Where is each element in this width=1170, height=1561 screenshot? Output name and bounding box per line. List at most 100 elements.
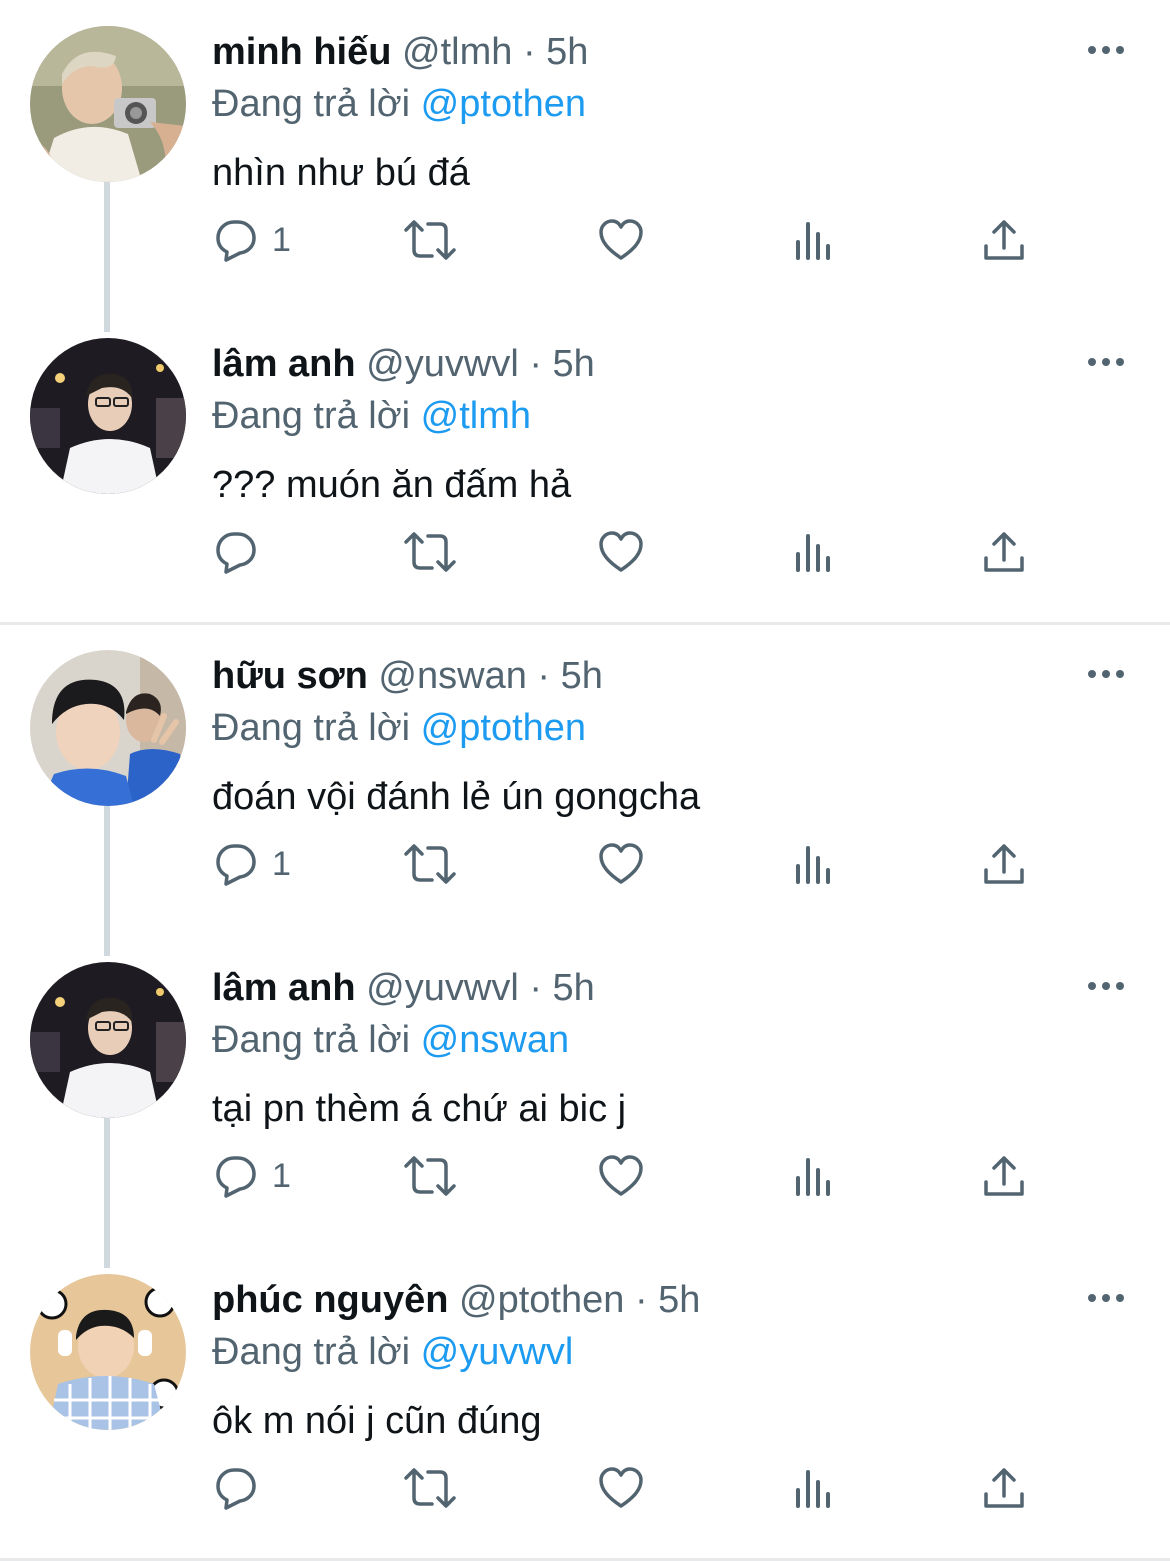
reply-context: Đang trả lời @ptothen xyxy=(212,704,586,752)
heart-icon xyxy=(597,840,645,888)
reply-context: Đang trả lời @ptothen xyxy=(212,80,586,128)
views-button[interactable] xyxy=(790,836,838,892)
like-button[interactable] xyxy=(597,524,645,580)
retweet-icon xyxy=(402,1152,458,1200)
retweet-button[interactable] xyxy=(402,212,458,268)
retweet-button[interactable] xyxy=(402,836,458,892)
reply-feed: minh hiếu @tlmh · 5h Đang trả lời @ptoth… xyxy=(0,0,1170,1561)
user-handle[interactable]: @nswan xyxy=(378,655,526,697)
views-button[interactable] xyxy=(790,212,838,268)
avatar[interactable] xyxy=(30,962,186,1118)
reply-button[interactable]: 1 xyxy=(212,836,291,892)
reply-context: Đang trả lời @tlmh xyxy=(212,392,531,440)
display-name[interactable]: lâm anh xyxy=(212,343,356,385)
like-button[interactable] xyxy=(597,1460,645,1516)
action-bar: 1 xyxy=(0,1148,1170,1204)
reply-icon xyxy=(212,1464,260,1512)
more-options-icon[interactable] xyxy=(1086,352,1126,372)
reply-prefix: Đang trả lời xyxy=(212,395,411,437)
reply-count: 1 xyxy=(272,220,291,259)
separator-dot: · xyxy=(537,655,551,697)
action-bar: 1 xyxy=(0,212,1170,268)
reply-count: 1 xyxy=(272,1156,291,1195)
retweet-icon xyxy=(402,1464,458,1512)
reply-mention-link[interactable]: @nswan xyxy=(421,1019,569,1061)
reply-button[interactable]: 1 xyxy=(212,1148,291,1204)
views-button[interactable] xyxy=(790,524,838,580)
avatar[interactable] xyxy=(30,650,186,806)
share-icon xyxy=(980,1152,1028,1200)
reply-prefix: Đang trả lời xyxy=(212,1331,411,1373)
timestamp[interactable]: 5h xyxy=(561,655,603,697)
tweet-text: tại pn thèm á chứ ai bic j xyxy=(212,1088,627,1130)
share-icon xyxy=(980,528,1028,576)
share-button[interactable] xyxy=(980,1148,1028,1204)
timestamp[interactable]: 5h xyxy=(553,343,595,385)
retweet-button[interactable] xyxy=(402,524,458,580)
reply-context: Đang trả lời @nswan xyxy=(212,1016,569,1064)
timestamp[interactable]: 5h xyxy=(546,31,588,73)
timestamp[interactable]: 5h xyxy=(553,967,595,1009)
reply-mention-link[interactable]: @tlmh xyxy=(421,395,531,437)
tweet[interactable]: minh hiếu @tlmh · 5h Đang trả lời @ptoth… xyxy=(0,0,1170,332)
more-options-icon[interactable] xyxy=(1086,976,1126,996)
views-chart-icon xyxy=(790,1152,838,1200)
user-handle[interactable]: @ptothen xyxy=(459,1279,624,1321)
tweet-header: minh hiếu @tlmh · 5h xyxy=(212,28,588,76)
heart-icon xyxy=(597,528,645,576)
views-chart-icon xyxy=(790,528,838,576)
separator-dot: · xyxy=(522,31,536,73)
retweet-button[interactable] xyxy=(402,1460,458,1516)
reply-button[interactable]: 1 xyxy=(212,212,291,268)
more-options-icon[interactable] xyxy=(1086,664,1126,684)
more-options-icon[interactable] xyxy=(1086,1288,1126,1308)
reply-context: Đang trả lời @yuvwvl xyxy=(212,1328,573,1376)
avatar[interactable] xyxy=(30,338,186,494)
like-button[interactable] xyxy=(597,836,645,892)
display-name[interactable]: phúc nguyên xyxy=(212,1279,448,1321)
share-button[interactable] xyxy=(980,1460,1028,1516)
action-bar: 1 xyxy=(0,836,1170,892)
like-button[interactable] xyxy=(597,1148,645,1204)
reply-icon xyxy=(212,840,260,888)
user-handle[interactable]: @yuvwvl xyxy=(366,967,519,1009)
tweet-text: ôk m nói j cũn đúng xyxy=(212,1400,542,1442)
reply-button[interactable] xyxy=(212,524,272,580)
heart-icon xyxy=(597,216,645,264)
retweet-icon xyxy=(402,840,458,888)
timestamp[interactable]: 5h xyxy=(658,1279,700,1321)
reply-button[interactable] xyxy=(212,1460,272,1516)
tweet[interactable]: phúc nguyên @ptothen · 5h Đang trả lời @… xyxy=(0,1248,1170,1560)
reply-mention-link[interactable]: @ptothen xyxy=(421,707,586,749)
views-chart-icon xyxy=(790,1464,838,1512)
separator-dot: · xyxy=(529,967,542,1009)
share-button[interactable] xyxy=(980,836,1028,892)
heart-icon xyxy=(597,1464,645,1512)
user-handle[interactable]: @yuvwvl xyxy=(366,343,519,385)
tweet[interactable]: lâm anh @yuvwvl · 5h Đang trả lời @tlmh … xyxy=(0,312,1170,624)
share-button[interactable] xyxy=(980,524,1028,580)
views-button[interactable] xyxy=(790,1148,838,1204)
views-button[interactable] xyxy=(790,1460,838,1516)
reply-mention-link[interactable]: @yuvwvl xyxy=(421,1331,574,1373)
tweet[interactable]: lâm anh @yuvwvl · 5h Đang trả lời @nswan… xyxy=(0,936,1170,1268)
tweet-header: hữu sơn @nswan · 5h xyxy=(212,652,603,700)
retweet-button[interactable] xyxy=(402,1148,458,1204)
reply-prefix: Đang trả lời xyxy=(212,707,411,749)
share-icon xyxy=(980,216,1028,264)
reply-mention-link[interactable]: @ptothen xyxy=(421,83,586,125)
like-button[interactable] xyxy=(597,212,645,268)
tweet[interactable]: hữu sơn @nswan · 5h Đang trả lời @ptothe… xyxy=(0,624,1170,956)
separator-dot: · xyxy=(634,1279,648,1321)
reply-prefix: Đang trả lời xyxy=(212,1019,411,1061)
share-button[interactable] xyxy=(980,212,1028,268)
tweet-header: lâm anh @yuvwvl · 5h xyxy=(212,964,595,1012)
user-handle[interactable]: @tlmh xyxy=(402,31,512,73)
avatar[interactable] xyxy=(30,26,186,182)
retweet-icon xyxy=(402,528,458,576)
avatar[interactable] xyxy=(30,1274,186,1430)
more-options-icon[interactable] xyxy=(1086,40,1126,60)
display-name[interactable]: hữu sơn xyxy=(212,655,368,697)
display-name[interactable]: minh hiếu xyxy=(212,31,391,73)
display-name[interactable]: lâm anh xyxy=(212,967,356,1009)
